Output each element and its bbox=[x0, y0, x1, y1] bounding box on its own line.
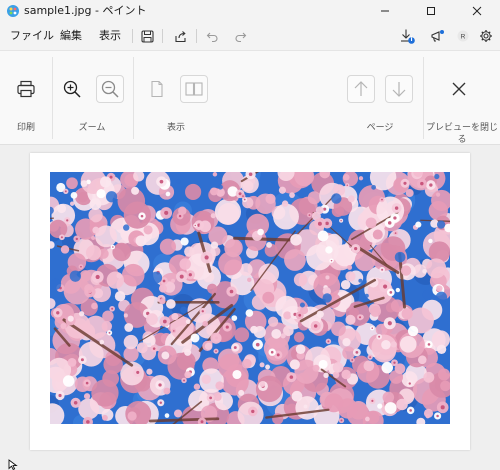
previous-page-button[interactable] bbox=[347, 75, 375, 103]
menu-bar: ファイル 編集 表示 i R bbox=[0, 22, 500, 50]
gear-icon bbox=[480, 30, 492, 42]
zoom-out-button[interactable] bbox=[96, 75, 124, 103]
close-window-button[interactable] bbox=[454, 0, 500, 22]
ribbon-divider bbox=[133, 57, 134, 139]
zoom-out-icon bbox=[101, 80, 119, 98]
window-title: sample1.jpg - ペイント bbox=[24, 4, 147, 17]
menu-file[interactable]: ファイル bbox=[10, 29, 54, 43]
menu-divider bbox=[196, 29, 197, 43]
minimize-button[interactable] bbox=[362, 0, 408, 22]
undo-icon bbox=[206, 32, 217, 42]
single-page-icon bbox=[151, 80, 163, 98]
printer-icon bbox=[17, 80, 35, 98]
minimize-icon bbox=[381, 10, 389, 12]
share-icon bbox=[174, 30, 186, 42]
view-group-label: 表示 bbox=[166, 123, 185, 133]
menu-view[interactable]: 表示 bbox=[99, 29, 121, 43]
zoom-group-label: ズーム bbox=[78, 123, 106, 133]
zoom-in-icon bbox=[63, 80, 81, 98]
close-icon bbox=[452, 82, 466, 96]
account-icon: R bbox=[457, 30, 469, 42]
redo-button[interactable] bbox=[231, 27, 249, 45]
preview-canvas bbox=[0, 145, 500, 470]
save-icon bbox=[140, 29, 154, 43]
maximize-button[interactable] bbox=[408, 0, 454, 22]
account-button[interactable]: R bbox=[454, 27, 472, 45]
share-button[interactable] bbox=[171, 27, 189, 45]
zoom-in-button[interactable] bbox=[58, 75, 86, 103]
svg-text:R: R bbox=[461, 34, 466, 41]
paint-app-icon bbox=[7, 5, 19, 17]
maximize-icon bbox=[427, 7, 435, 15]
next-page-button[interactable] bbox=[385, 75, 413, 103]
mouse-cursor-icon bbox=[8, 459, 18, 470]
announcement-button[interactable] bbox=[428, 27, 446, 45]
page-group-label: ページ bbox=[366, 123, 394, 133]
menu-divider bbox=[162, 29, 163, 43]
single-page-button[interactable] bbox=[143, 75, 171, 103]
undo-button[interactable] bbox=[203, 27, 221, 45]
print-group-label: 印刷 bbox=[16, 123, 35, 133]
print-button[interactable] bbox=[12, 75, 40, 103]
print-page bbox=[30, 153, 470, 450]
ribbon-divider bbox=[52, 57, 53, 139]
two-page-icon bbox=[185, 82, 203, 96]
download-badge: i bbox=[410, 36, 413, 43]
arrow-down-icon bbox=[392, 82, 406, 97]
title-bar: sample1.jpg - ペイント bbox=[0, 0, 500, 22]
download-button[interactable]: i bbox=[398, 27, 416, 45]
close-icon bbox=[472, 6, 482, 16]
settings-button[interactable] bbox=[477, 27, 495, 45]
close-preview-label: プレビューを閉じる bbox=[425, 123, 498, 145]
menu-divider bbox=[132, 29, 133, 43]
megaphone-icon bbox=[430, 29, 444, 41]
preview-image bbox=[50, 172, 450, 424]
redo-icon bbox=[235, 32, 246, 42]
save-button[interactable] bbox=[138, 27, 156, 45]
two-page-button[interactable] bbox=[180, 75, 208, 103]
close-preview-button[interactable] bbox=[445, 75, 473, 103]
menu-edit[interactable]: 編集 bbox=[60, 29, 82, 43]
cherry-blossom-photo bbox=[50, 172, 450, 424]
print-preview-ribbon: 印刷 ズーム 表示 ページ プレビューを閉じる bbox=[0, 50, 500, 145]
arrow-up-icon bbox=[354, 81, 368, 96]
